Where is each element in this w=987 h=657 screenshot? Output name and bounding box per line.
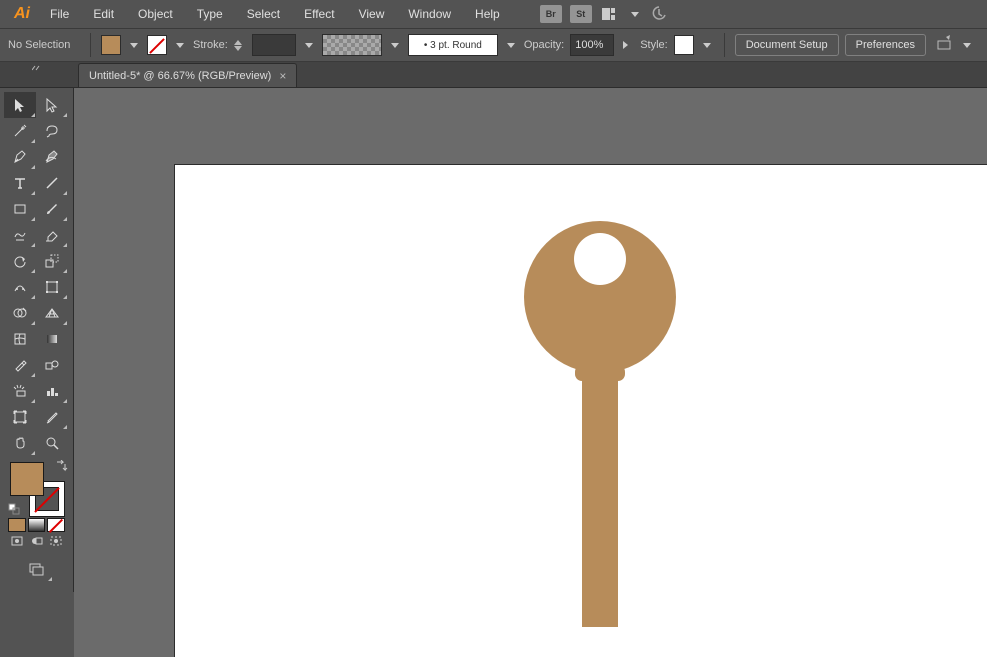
app-logo: Ai: [8, 5, 36, 23]
menu-bar: Ai File Edit Object Type Select Effect V…: [0, 0, 987, 28]
brush-definition-label: 3 pt. Round: [424, 40, 482, 51]
menu-help[interactable]: Help: [465, 3, 510, 25]
fill-swatch[interactable]: [101, 35, 121, 55]
tab-close-button[interactable]: ×: [279, 69, 286, 83]
none-mode-button[interactable]: [47, 518, 65, 532]
zoom-tool[interactable]: [36, 430, 68, 456]
variable-width-dropdown[interactable]: [388, 35, 402, 55]
stroke-label: Stroke:: [193, 39, 228, 51]
menu-view[interactable]: View: [349, 3, 395, 25]
swap-fill-stroke-icon[interactable]: [54, 460, 68, 477]
preferences-button[interactable]: Preferences: [845, 34, 926, 56]
align-to-button[interactable]: [936, 35, 954, 56]
artboard-tool[interactable]: [4, 404, 36, 430]
gpu-performance-button[interactable]: [648, 5, 670, 23]
blend-tool[interactable]: [36, 352, 68, 378]
brush-definition[interactable]: 3 pt. Round: [408, 34, 498, 56]
mesh-tool[interactable]: [4, 326, 36, 352]
gradient-mode-button[interactable]: [28, 518, 46, 532]
symbol-sprayer-tool[interactable]: [4, 378, 36, 404]
menu-window[interactable]: Window: [398, 3, 461, 25]
fill-dropdown[interactable]: [127, 35, 141, 55]
menu-type[interactable]: Type: [187, 3, 233, 25]
menu-select[interactable]: Select: [237, 3, 290, 25]
hand-tool[interactable]: [4, 430, 36, 456]
opacity-input[interactable]: 100%: [570, 34, 614, 56]
menu-edit[interactable]: Edit: [83, 3, 124, 25]
arrange-documents-dropdown[interactable]: [628, 4, 642, 24]
stroke-weight-dropdown[interactable]: [302, 35, 316, 55]
opacity-label: Opacity:: [524, 39, 564, 51]
document-tab-bar: Untitled-5* @ 66.67% (RGB/Preview) ×: [0, 62, 987, 88]
color-mode-row: [4, 518, 69, 532]
opacity-dropdown[interactable]: [620, 35, 634, 55]
scale-tool[interactable]: [36, 248, 68, 274]
curvature-tool[interactable]: [36, 144, 68, 170]
key-artwork[interactable]: [520, 217, 680, 640]
stroke-color-dropdown[interactable]: [173, 35, 187, 55]
screen-mode-button[interactable]: [21, 556, 53, 582]
rectangle-tool[interactable]: [4, 196, 36, 222]
shape-builder-tool[interactable]: [4, 300, 36, 326]
menu-file[interactable]: File: [40, 3, 79, 25]
paintbrush-tool[interactable]: [36, 196, 68, 222]
color-mode-button[interactable]: [8, 518, 26, 532]
gradient-tool[interactable]: [36, 326, 68, 352]
document-setup-button[interactable]: Document Setup: [735, 34, 839, 56]
style-label: Style:: [640, 39, 668, 51]
fill-box[interactable]: [10, 462, 44, 496]
variable-width-profile[interactable]: [322, 34, 382, 56]
draw-inside-button[interactable]: [47, 534, 65, 548]
menu-effect[interactable]: Effect: [294, 3, 344, 25]
drawing-mode-row: [4, 532, 69, 550]
document-tab[interactable]: Untitled-5* @ 66.67% (RGB/Preview) ×: [78, 63, 297, 87]
artboard[interactable]: [174, 164, 987, 657]
perspective-grid-tool[interactable]: [36, 300, 68, 326]
style-dropdown[interactable]: [700, 35, 714, 55]
selection-status: No Selection: [8, 39, 80, 51]
rotate-tool[interactable]: [4, 248, 36, 274]
align-to-dropdown[interactable]: [960, 35, 974, 55]
fill-stroke-control[interactable]: [10, 462, 64, 516]
default-fill-stroke-icon[interactable]: [8, 503, 20, 518]
eraser-tool[interactable]: [36, 222, 68, 248]
column-graph-tool[interactable]: [36, 378, 68, 404]
bridge-button[interactable]: Br: [540, 5, 562, 23]
stroke-weight-stepper[interactable]: [234, 34, 246, 56]
type-tool[interactable]: [4, 170, 36, 196]
draw-normal-button[interactable]: [8, 534, 26, 548]
arrange-documents-button[interactable]: [600, 5, 622, 23]
document-tab-title: Untitled-5* @ 66.67% (RGB/Preview): [89, 70, 271, 82]
menu-object[interactable]: Object: [128, 3, 183, 25]
slice-tool[interactable]: [36, 404, 68, 430]
line-segment-tool[interactable]: [36, 170, 68, 196]
lasso-tool[interactable]: [36, 118, 68, 144]
width-tool[interactable]: [4, 274, 36, 300]
workspace: [74, 88, 987, 657]
eyedropper-tool[interactable]: [4, 352, 36, 378]
tools-panel: [0, 88, 74, 592]
pen-tool[interactable]: [4, 144, 36, 170]
stroke-weight-input[interactable]: [252, 34, 296, 56]
style-swatch[interactable]: [674, 35, 694, 55]
draw-behind-button[interactable]: [28, 534, 46, 548]
direct-selection-tool[interactable]: [36, 92, 68, 118]
stock-button[interactable]: St: [570, 5, 592, 23]
control-bar: No Selection Stroke: 3 pt. Round Opacity…: [0, 28, 987, 62]
toolbar-collapse-toggle[interactable]: [0, 62, 74, 74]
stroke-swatch[interactable]: [147, 35, 167, 55]
selection-tool[interactable]: [4, 92, 36, 118]
brush-dropdown[interactable]: [504, 35, 518, 55]
free-transform-tool[interactable]: [36, 274, 68, 300]
magic-wand-tool[interactable]: [4, 118, 36, 144]
shaper-tool[interactable]: [4, 222, 36, 248]
